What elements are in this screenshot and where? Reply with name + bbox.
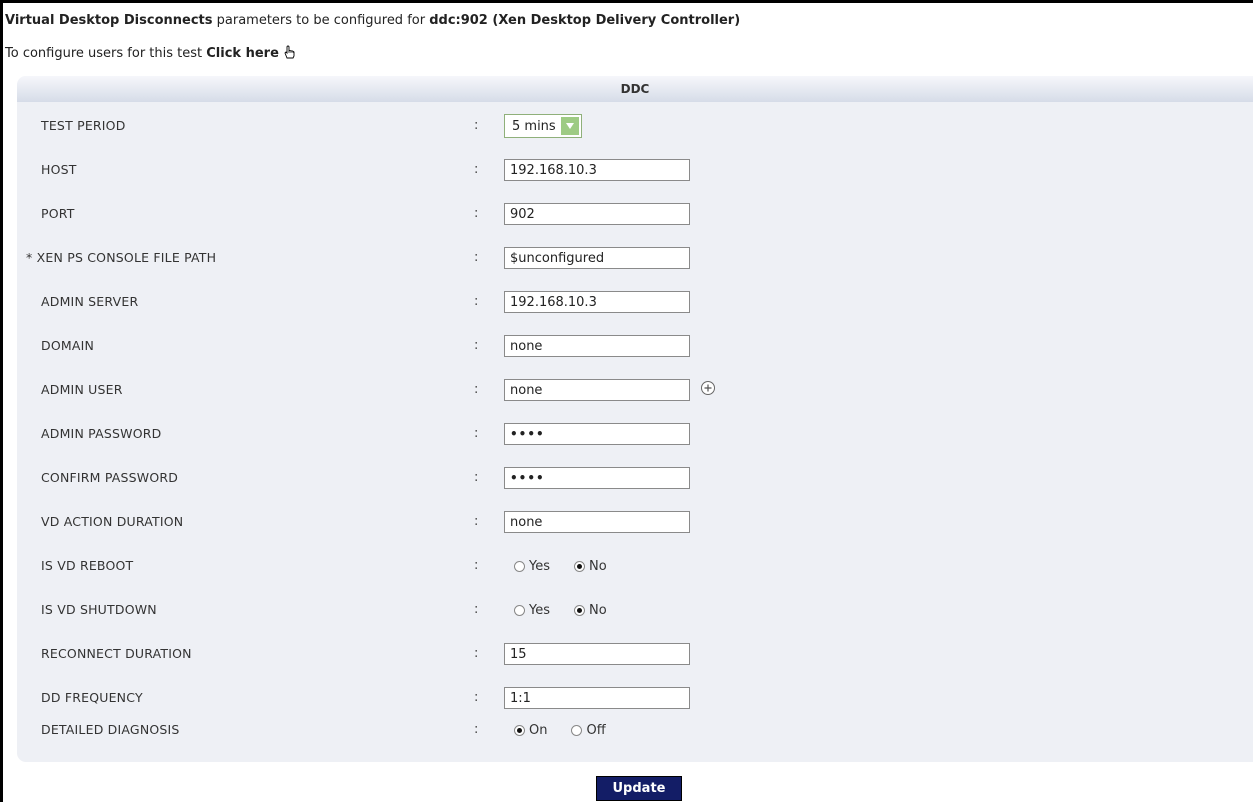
colon: : — [474, 602, 479, 617]
xen-ps-path-label: * XEN PS CONSOLE FILE PATH — [26, 250, 217, 265]
colon: : — [474, 250, 479, 265]
admin-password-input[interactable]: •••• — [504, 423, 690, 445]
test-period-value: 5 mins — [512, 118, 556, 134]
detailed-diagnosis-off-option[interactable]: Off — [571, 722, 606, 738]
admin-user-input[interactable]: none — [504, 379, 690, 401]
dd-frequency-input[interactable]: 1:1 — [504, 687, 690, 709]
colon: : — [474, 294, 479, 309]
is-vd-shutdown-yes-radio[interactable] — [514, 604, 525, 616]
is-vd-reboot-yes-label: Yes — [529, 558, 550, 574]
page-heading: Virtual Desktop Disconnects parameters t… — [5, 13, 740, 28]
row-domain: DOMAIN : none — [17, 324, 1253, 368]
row-is-vd-reboot: IS VD REBOOT : Yes No — [17, 544, 1253, 588]
port-label: PORT — [41, 206, 75, 221]
detailed-diagnosis-off-label: Off — [586, 722, 606, 738]
click-here-link[interactable]: Click here — [206, 46, 279, 61]
is-vd-reboot-no-label: No — [589, 558, 607, 574]
add-user-plus-icon[interactable] — [700, 380, 716, 400]
is-vd-reboot-yes-radio[interactable] — [514, 560, 525, 572]
colon: : — [474, 470, 479, 485]
frame-left-border — [0, 0, 3, 802]
frame-top-border — [0, 0, 1253, 3]
dropdown-arrow-icon[interactable] — [561, 117, 579, 135]
colon: : — [474, 206, 479, 221]
colon: : — [474, 722, 479, 737]
configure-users-prefix: To configure users for this test — [5, 46, 207, 61]
update-button[interactable]: Update — [596, 776, 682, 801]
test-name: Virtual Desktop Disconnects — [5, 13, 213, 28]
is-vd-shutdown-no-radio[interactable] — [574, 604, 585, 616]
colon: : — [474, 338, 479, 353]
row-xen-ps-path: * XEN PS CONSOLE FILE PATH : $unconfigur… — [17, 236, 1253, 280]
vd-action-duration-label: VD ACTION DURATION — [41, 514, 184, 529]
vd-action-duration-input[interactable]: none — [504, 511, 690, 533]
row-confirm-password: CONFIRM PASSWORD : •••• — [17, 456, 1253, 500]
host-input[interactable]: 192.168.10.3 — [504, 159, 690, 181]
row-test-period: TEST PERIOD : 5 mins — [17, 104, 1253, 148]
domain-label: DOMAIN — [41, 338, 95, 353]
detailed-diagnosis-on-option[interactable]: On — [514, 723, 547, 738]
test-period-label: TEST PERIOD — [41, 118, 126, 133]
is-vd-reboot-label: IS VD REBOOT — [41, 558, 134, 573]
reconnect-duration-label: RECONNECT DURATION — [41, 646, 192, 661]
reconnect-duration-input[interactable]: 15 — [504, 643, 690, 665]
is-vd-shutdown-yes-label: Yes — [529, 602, 550, 618]
is-vd-shutdown-no-label: No — [589, 602, 607, 618]
port-input[interactable]: 902 — [504, 203, 690, 225]
ddc-config-panel: DDC TEST PERIOD : 5 mins HOST : 192.168.… — [17, 76, 1253, 762]
detailed-diagnosis-off-radio[interactable] — [571, 724, 583, 736]
row-admin-password: ADMIN PASSWORD : •••• — [17, 412, 1253, 456]
heading-middle: parameters to be configured for — [212, 13, 430, 28]
confirm-password-input[interactable]: •••• — [504, 467, 690, 489]
is-vd-reboot-no-option[interactable]: No — [574, 559, 607, 574]
row-admin-server: ADMIN SERVER : 192.168.10.3 — [17, 280, 1253, 324]
domain-input[interactable]: none — [504, 335, 690, 357]
admin-server-input[interactable]: 192.168.10.3 — [504, 291, 690, 313]
is-vd-reboot-yes-option[interactable]: Yes — [514, 559, 550, 574]
is-vd-shutdown-yes-option[interactable]: Yes — [514, 603, 550, 618]
colon: : — [474, 162, 479, 177]
colon: : — [474, 558, 479, 573]
colon: : — [474, 426, 479, 441]
is-vd-reboot-no-radio[interactable] — [574, 560, 585, 572]
colon: : — [474, 646, 479, 661]
detailed-diagnosis-on-label: On — [529, 722, 548, 738]
colon: : — [474, 382, 479, 397]
is-vd-shutdown-label: IS VD SHUTDOWN — [41, 602, 157, 617]
panel-title: DDC — [17, 76, 1253, 102]
confirm-password-label: CONFIRM PASSWORD — [41, 470, 179, 485]
colon: : — [474, 514, 479, 529]
row-reconnect-duration: RECONNECT DURATION : 15 — [17, 632, 1253, 676]
configure-users-line: To configure users for this test Click h… — [5, 45, 296, 63]
target-name: ddc:902 (Xen Desktop Delivery Controller… — [429, 13, 741, 28]
host-label: HOST — [41, 162, 77, 177]
admin-server-label: ADMIN SERVER — [41, 294, 139, 309]
admin-password-label: ADMIN PASSWORD — [41, 426, 162, 441]
detailed-diagnosis-on-radio[interactable] — [514, 724, 525, 736]
row-vd-action-duration: VD ACTION DURATION : none — [17, 500, 1253, 544]
admin-user-label: ADMIN USER — [41, 382, 123, 397]
row-port: PORT : 902 — [17, 192, 1253, 236]
hand-pointer-icon[interactable] — [282, 45, 296, 63]
is-vd-shutdown-no-option[interactable]: No — [574, 603, 607, 618]
test-period-select[interactable]: 5 mins — [504, 114, 582, 138]
detailed-diagnosis-label: DETAILED DIAGNOSIS — [41, 722, 180, 737]
row-is-vd-shutdown: IS VD SHUTDOWN : Yes No — [17, 588, 1253, 632]
row-host: HOST : 192.168.10.3 — [17, 148, 1253, 192]
row-admin-user: ADMIN USER : none — [17, 368, 1253, 412]
row-detailed-diagnosis: DETAILED DIAGNOSIS : On Off — [17, 708, 1253, 752]
xen-ps-path-input[interactable]: $unconfigured — [504, 247, 690, 269]
colon: : — [474, 118, 479, 133]
